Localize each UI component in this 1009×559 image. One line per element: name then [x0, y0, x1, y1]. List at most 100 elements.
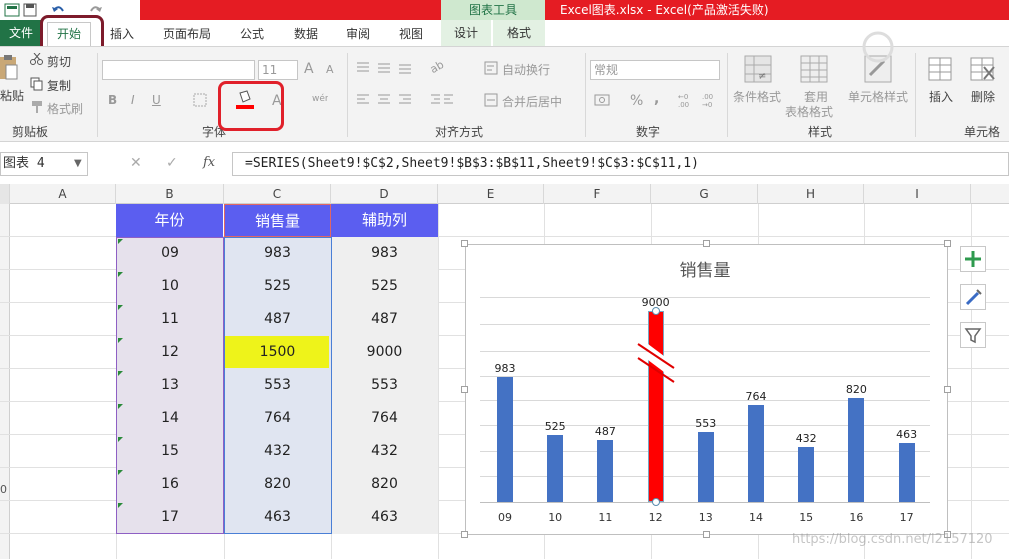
- column-header-h[interactable]: H: [758, 184, 864, 204]
- chart-data-label[interactable]: 820: [836, 383, 876, 396]
- chart-resize-handle[interactable]: [461, 386, 468, 393]
- chart-bar[interactable]: [898, 443, 915, 502]
- comma-button[interactable]: ,: [654, 91, 659, 107]
- font-name-combo[interactable]: [102, 60, 255, 80]
- chart-bar[interactable]: [748, 404, 764, 502]
- merge-center-button[interactable]: 合并后居中: [502, 93, 562, 110]
- save-icon[interactable]: [22, 2, 38, 18]
- format-as-table-button-line2[interactable]: 表格格式: [785, 103, 833, 120]
- wrap-text-button[interactable]: 自动换行: [502, 61, 550, 78]
- year-range-selection: [116, 237, 224, 534]
- chart-bar[interactable]: [547, 435, 564, 502]
- conditional-format-button[interactable]: 条件格式: [733, 88, 781, 105]
- column-header-e[interactable]: E: [438, 184, 544, 204]
- phonetic-icon[interactable]: wén: [312, 91, 331, 107]
- cell-helper[interactable]: 463: [331, 501, 438, 534]
- chart-resize-handle[interactable]: [944, 240, 951, 247]
- chart-resize-handle[interactable]: [944, 386, 951, 393]
- chart-elements-button[interactable]: [960, 246, 986, 272]
- column-header-a[interactable]: A: [10, 184, 116, 204]
- copy-icon[interactable]: [30, 77, 44, 91]
- tab-design[interactable]: 设计: [441, 20, 491, 46]
- point-selection-handle[interactable]: [651, 307, 660, 315]
- cancel-formula-button[interactable]: ✕: [130, 155, 142, 171]
- name-box-dropdown-icon[interactable]: ▼: [74, 158, 82, 169]
- orientation-icon[interactable]: ab: [428, 58, 454, 76]
- chart-data-label[interactable]: 487: [585, 425, 625, 438]
- insert-function-button[interactable]: fx: [203, 155, 215, 170]
- chart-filters-button[interactable]: [960, 322, 986, 348]
- border-icon[interactable]: [193, 93, 207, 107]
- vertical-align-icons[interactable]: [356, 61, 416, 75]
- svg-text:.00: .00: [678, 101, 689, 109]
- header-helper[interactable]: 辅助列: [331, 204, 438, 237]
- header-year[interactable]: 年份: [116, 204, 223, 237]
- chart-bar[interactable]: [798, 447, 815, 502]
- chart-data-label[interactable]: 764: [736, 390, 776, 403]
- chart-title[interactable]: 销售量: [650, 256, 760, 281]
- tab-view[interactable]: 视图: [388, 23, 434, 45]
- chart-bar[interactable]: [848, 397, 865, 502]
- formula-input[interactable]: =SERIES(Sheet9!$C$2,Sheet9!$B$3:$B$11,Sh…: [232, 152, 1009, 176]
- italic-button[interactable]: I: [131, 93, 135, 107]
- chart-bar[interactable]: [597, 440, 614, 502]
- cell-helper[interactable]: 553: [331, 369, 438, 402]
- chart-data-label[interactable]: 553: [686, 417, 726, 430]
- tab-format[interactable]: 格式: [493, 20, 545, 46]
- chart-resize-handle[interactable]: [703, 240, 710, 247]
- column-header-g[interactable]: G: [651, 184, 758, 204]
- copy-button[interactable]: 复制: [47, 77, 71, 94]
- chart-data-label[interactable]: 463: [887, 428, 927, 441]
- header-sales[interactable]: 销售量: [224, 204, 331, 237]
- number-format-combo[interactable]: 常规: [590, 60, 720, 80]
- point-selection-handle[interactable]: [651, 498, 660, 506]
- cell-helper[interactable]: 525: [331, 270, 438, 303]
- font-size-combo[interactable]: 11: [258, 60, 298, 80]
- cut-icon[interactable]: [30, 52, 44, 65]
- horizontal-align-icons[interactable]: [356, 93, 416, 107]
- indent-icons[interactable]: [430, 93, 454, 107]
- chart-resize-handle[interactable]: [461, 531, 468, 538]
- chart-resize-handle[interactable]: [703, 531, 710, 538]
- paste-button[interactable]: 粘贴: [0, 87, 24, 104]
- decimal-icons[interactable]: ←0.00.00 →0: [678, 91, 722, 109]
- tab-data[interactable]: 数据: [282, 23, 330, 45]
- shrink-font-button[interactable]: A: [326, 63, 334, 76]
- chart-data-label[interactable]: 983: [485, 362, 525, 375]
- column-header-f[interactable]: F: [544, 184, 651, 204]
- format-painter-button[interactable]: 格式刷: [47, 100, 83, 117]
- chart-bar[interactable]: [497, 377, 513, 502]
- bold-button[interactable]: B: [108, 93, 117, 107]
- percent-button[interactable]: %: [630, 93, 643, 109]
- chart-resize-handle[interactable]: [461, 240, 468, 247]
- select-all-corner[interactable]: [0, 184, 10, 204]
- column-header-i[interactable]: I: [864, 184, 971, 204]
- chart-bar[interactable]: [697, 431, 714, 502]
- column-header-c[interactable]: C: [224, 184, 331, 204]
- cell-styles-button[interactable]: 单元格样式: [848, 88, 908, 105]
- enter-formula-button[interactable]: ✓: [166, 155, 178, 171]
- column-header-d[interactable]: D: [331, 184, 438, 204]
- underline-button[interactable]: U: [152, 93, 161, 107]
- delete-cells-button[interactable]: 删除: [971, 88, 995, 105]
- column-header-b[interactable]: B: [116, 184, 224, 204]
- grow-font-button[interactable]: A: [304, 61, 314, 77]
- chart-data-label[interactable]: 525: [535, 420, 575, 433]
- cell-helper[interactable]: 9000: [331, 336, 438, 369]
- tab-insert[interactable]: 插入: [100, 23, 144, 45]
- tab-page-layout[interactable]: 页面布局: [154, 23, 220, 45]
- insert-cells-button[interactable]: 插入: [929, 88, 953, 105]
- paste-icon[interactable]: [0, 55, 18, 81]
- currency-icon[interactable]: [594, 93, 612, 107]
- tab-formulas[interactable]: 公式: [228, 23, 276, 45]
- chart-styles-button[interactable]: [960, 284, 986, 310]
- cell-helper[interactable]: 983: [331, 237, 438, 270]
- cell-helper[interactable]: 764: [331, 402, 438, 435]
- cell-helper[interactable]: 820: [331, 468, 438, 501]
- cell-helper[interactable]: 432: [331, 435, 438, 468]
- tab-file[interactable]: 文件: [0, 20, 42, 46]
- chart-data-label[interactable]: 432: [786, 432, 826, 445]
- tab-review[interactable]: 审阅: [334, 23, 382, 45]
- cell-helper[interactable]: 487: [331, 303, 438, 336]
- cut-button[interactable]: 剪切: [47, 53, 71, 70]
